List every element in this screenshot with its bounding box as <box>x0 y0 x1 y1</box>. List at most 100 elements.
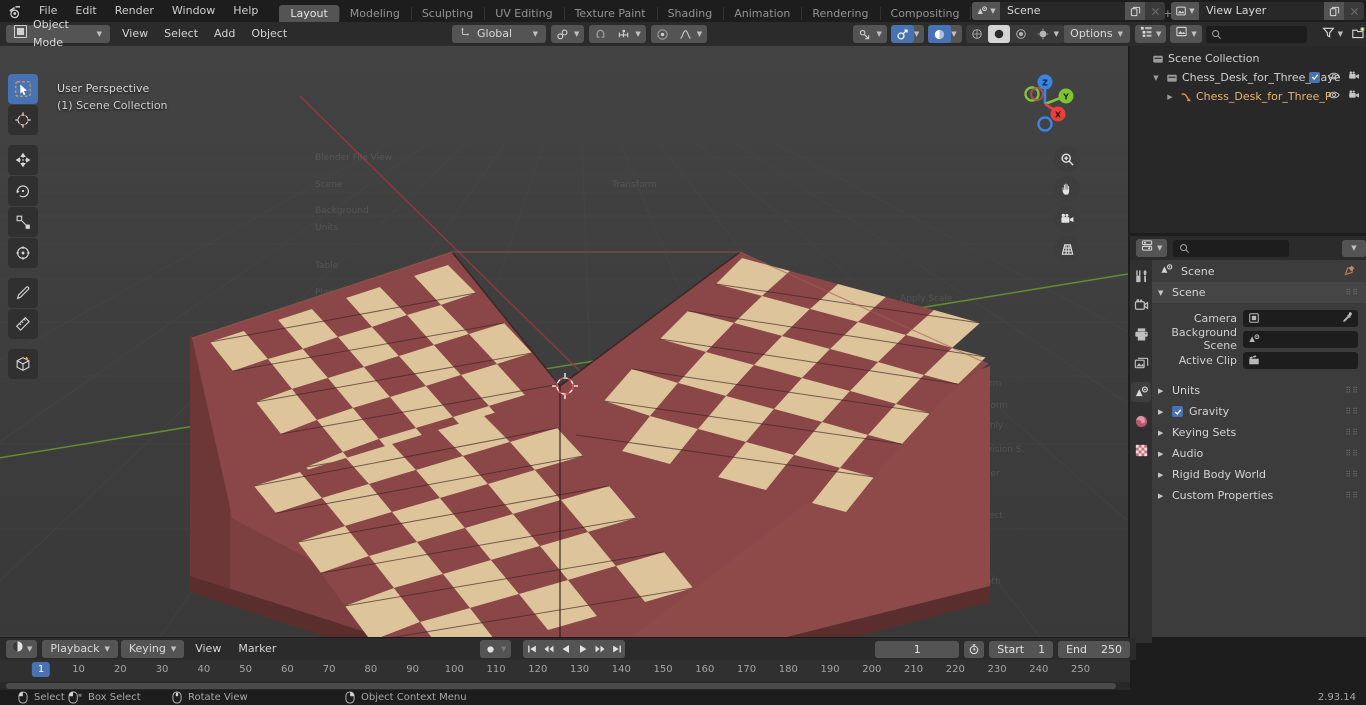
rotate-tool-button[interactable] <box>8 176 38 206</box>
property-field-camera[interactable] <box>1243 309 1358 327</box>
shading-modes-group[interactable]: ▼ <box>965 25 1064 43</box>
menu-window[interactable]: Window <box>163 0 224 22</box>
annotate-tool-button[interactable] <box>8 278 38 308</box>
pin-icon[interactable] <box>1344 264 1356 279</box>
workspace-tab-sculpting[interactable]: Sculpting <box>410 5 484 22</box>
outliner-new-collection-button[interactable] <box>1351 26 1365 43</box>
scale-tool-button[interactable] <box>8 207 38 237</box>
timeline-menu-keying[interactable]: Keying ▼ <box>120 640 185 658</box>
properties-panel-units[interactable]: ▶ Units ⠿⠿ <box>1152 380 1366 401</box>
jump-to-prev-keyframe-button[interactable] <box>540 641 557 658</box>
properties-search-input[interactable] <box>1173 239 1290 257</box>
proportional-editing-group[interactable]: ▼ <box>650 25 708 43</box>
outliner-search-input[interactable] <box>1205 25 1307 43</box>
scene-tab[interactable] <box>1131 382 1151 402</box>
chevron-down-icon[interactable]: ▼ <box>1150 74 1162 82</box>
camera-icon[interactable] <box>1348 70 1360 85</box>
tool-tab[interactable] <box>1131 266 1151 286</box>
xray-group[interactable]: ▼ <box>928 25 962 43</box>
view-layer-tab[interactable] <box>1131 353 1151 373</box>
snap-target-icon[interactable] <box>612 25 635 43</box>
outliner-row[interactable]: ▶ Chess_Desk_for_Three_P <box>1130 87 1366 106</box>
start-frame-field[interactable]: Start 1 <box>989 640 1054 658</box>
menu-render[interactable]: Render <box>106 0 163 22</box>
toggle-perspective-button[interactable] <box>1054 236 1080 262</box>
timeline-editor-type[interactable]: ▼ <box>6 640 38 658</box>
camera-view-button[interactable] <box>1054 206 1080 232</box>
snapping-group[interactable]: ▼ <box>589 25 646 43</box>
remove-view-layer-button[interactable] <box>1344 2 1364 20</box>
timeline-menu-marker[interactable]: Marker <box>230 640 284 658</box>
panel-checkbox[interactable] <box>1172 406 1183 417</box>
measure-tool-button[interactable] <box>8 309 38 339</box>
play-reverse-button[interactable] <box>557 641 574 658</box>
viewport-menu-view[interactable]: View <box>114 25 156 43</box>
3d-viewport[interactable]: Blender File View Scene Background Units… <box>0 46 1128 637</box>
end-frame-field[interactable]: End 250 <box>1058 640 1130 658</box>
scene-panel-header[interactable]: ▼ Scene ⠿⠿ <box>1152 282 1366 303</box>
workspace-tab-shading[interactable]: Shading <box>656 5 724 22</box>
record-icon[interactable] <box>480 640 501 658</box>
timeline-playhead[interactable]: 1 <box>31 662 51 677</box>
outliner-tree[interactable]: Scene Collection ▼ Chess_Desk_for_Three_Pl… <box>1130 46 1366 233</box>
pan-button[interactable] <box>1054 176 1080 202</box>
view-layer-selector[interactable]: ▼ View Layer <box>1171 2 1364 20</box>
properties-panel-keying-sets[interactable]: ▶ Keying Sets ⠿⠿ <box>1152 422 1366 443</box>
workspace-tab-uv-editing[interactable]: UV Editing <box>484 5 563 22</box>
move-tool-button[interactable] <box>8 145 38 175</box>
viewport-menu-add[interactable]: Add <box>206 25 243 43</box>
add-cube-tool-button[interactable] <box>8 349 38 379</box>
playback-transport[interactable] <box>523 640 626 658</box>
outliner-display-mode[interactable]: ▼ <box>1135 25 1167 43</box>
properties-panel-custom-properties[interactable]: ▶ Custom Properties ⠿⠿ <box>1152 485 1366 506</box>
outliner-filter-button[interactable]: ▼ <box>1322 26 1343 42</box>
view-layer-name[interactable]: View Layer <box>1199 2 1324 20</box>
eye-icon[interactable] <box>1328 70 1340 85</box>
scene-name[interactable]: Scene <box>1000 2 1125 20</box>
workspace-tab-layout[interactable]: Layout <box>279 5 339 22</box>
unlink-scene-button[interactable] <box>1145 2 1165 20</box>
texture-tab[interactable] <box>1131 440 1151 460</box>
properties-options-button[interactable]: ▼ <box>1342 239 1366 257</box>
tweak-tool-button[interactable] <box>8 74 38 104</box>
properties-editor-type[interactable]: ▼ <box>1136 239 1168 257</box>
new-scene-button[interactable] <box>1125 2 1145 20</box>
mode-selector[interactable]: Object Mode ▼ <box>6 18 110 49</box>
outliner-row[interactable]: ▼ Chess_Desk_for_Three_Playe <box>1130 68 1366 87</box>
outliner-checkbox[interactable] <box>1309 71 1320 84</box>
workspace-tab-compositing[interactable]: Compositing <box>879 5 971 22</box>
scene-selector[interactable]: ▼ Scene <box>972 2 1165 20</box>
shading-wireframe-button[interactable] <box>966 25 988 43</box>
world-tab[interactable] <box>1131 411 1151 431</box>
property-field-active-clip[interactable] <box>1243 351 1358 369</box>
chevron-right-icon[interactable]: ▶ <box>1164 93 1176 101</box>
properties-panel-audio[interactable]: ▶ Audio ⠿⠿ <box>1152 443 1366 464</box>
magnet-icon[interactable] <box>589 25 612 43</box>
new-view-layer-button[interactable] <box>1324 2 1344 20</box>
xray-icon[interactable] <box>928 25 952 43</box>
jump-to-end-button[interactable] <box>608 641 625 658</box>
play-button[interactable] <box>574 641 591 658</box>
transform-tool-button[interactable] <box>8 238 38 268</box>
falloff-icon[interactable] <box>674 25 697 43</box>
shading-material-button[interactable] <box>1010 25 1032 43</box>
outliner-filter-id-type[interactable]: ▼ <box>1170 25 1202 43</box>
workspace-tab-texture-paint[interactable]: Texture Paint <box>563 5 657 22</box>
eye-icon[interactable] <box>1328 89 1340 104</box>
outliner-row[interactable]: Scene Collection <box>1130 49 1366 68</box>
navigation-gizmo[interactable]: Z Y X <box>1008 64 1082 138</box>
timeline-scrollbar[interactable] <box>0 682 1130 690</box>
timeline-menu-playback[interactable]: Playback ▼ <box>42 640 118 658</box>
cursor-tool-button[interactable] <box>8 105 38 135</box>
render-tab[interactable] <box>1131 295 1151 315</box>
timeline-ruler[interactable]: 10 20 30 40 50 60 70 80 90 100 110 120 130 140 150 160 1… <box>0 660 1130 682</box>
proportional-edit-icon[interactable] <box>651 25 674 43</box>
workspace-tab-animation[interactable]: Animation <box>723 5 801 22</box>
overlays-icon[interactable] <box>890 25 914 43</box>
transform-orientation-selector[interactable]: Global ▼ <box>452 25 546 43</box>
current-frame-field[interactable]: 1 <box>875 640 960 658</box>
jump-to-next-keyframe-button[interactable] <box>591 641 608 658</box>
use-preview-range-button[interactable] <box>964 640 985 658</box>
shading-rendered-button[interactable] <box>1032 25 1054 43</box>
viewport-menu-select[interactable]: Select <box>156 25 206 43</box>
